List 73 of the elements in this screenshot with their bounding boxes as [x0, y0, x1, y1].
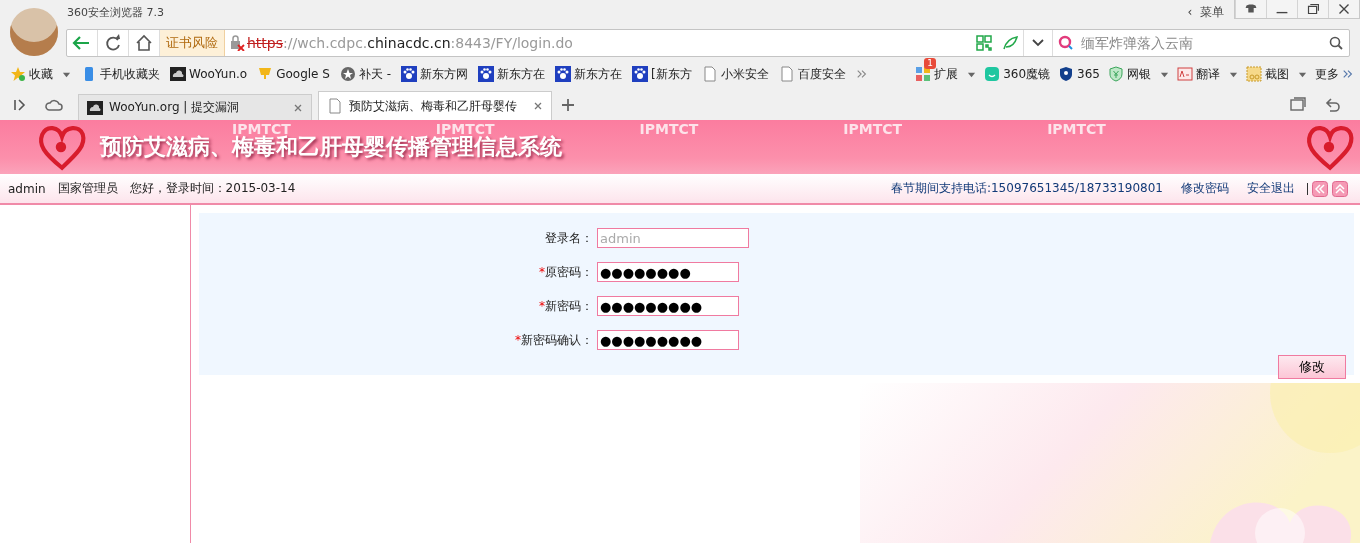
certificate-warning[interactable]: 证书风险 — [160, 30, 225, 56]
grid-icon — [915, 66, 932, 82]
page-icon — [701, 66, 718, 82]
search-field[interactable]: 缅军炸弹落入云南 — [1079, 34, 1323, 52]
bookmark-item[interactable]: 新东方网 — [401, 65, 469, 83]
input-field[interactable]: ●●●●●●●●● — [597, 330, 739, 350]
search-icon[interactable] — [1328, 35, 1344, 51]
bookmark-item[interactable]: 收藏 — [10, 65, 71, 83]
bookmark-item[interactable]: [新东方 — [632, 65, 692, 83]
bookmark-item[interactable]: 小米安全 — [701, 65, 769, 83]
star-badge-icon — [339, 66, 356, 82]
page-icon — [327, 98, 343, 114]
page-icon — [778, 66, 795, 82]
input-field[interactable]: ●●●●●●●● — [597, 262, 739, 282]
field-label: *原密码： — [538, 263, 594, 281]
paw-icon — [478, 66, 495, 82]
collapse-left-icon[interactable] — [1312, 180, 1328, 197]
notification-badge: 1 — [924, 57, 936, 69]
paw-icon — [555, 66, 572, 82]
bookmark-item[interactable]: 补天 - — [339, 65, 392, 83]
extension-item[interactable]: 360魔镜 — [984, 65, 1051, 83]
browser-tab[interactable]: WooYun.org | 提交漏洞 — [78, 94, 312, 120]
banner-watermark-text: IPMTCT — [1047, 121, 1106, 137]
submit-button[interactable]: 修改 — [1278, 355, 1346, 379]
avatar-icon[interactable] — [10, 8, 58, 56]
address-field[interactable]: https://wch.cdpc.chinacdc.cn:8443/FY/login.do — [247, 35, 971, 51]
field-label: 登录名： — [544, 229, 594, 247]
scissors-icon — [1246, 66, 1262, 82]
bookmark-item[interactable]: Google S — [257, 66, 330, 82]
field-label: *新密码： — [538, 297, 594, 315]
field-label: *新密码确认： — [514, 331, 594, 349]
star-icon — [10, 66, 26, 82]
shield-icon — [1058, 66, 1075, 82]
header-link[interactable]: 安全退出 — [1247, 180, 1295, 197]
leaf-icon[interactable] — [1002, 35, 1018, 51]
input-field[interactable]: ●●●●●●●●● — [597, 296, 739, 316]
close-icon[interactable] — [533, 101, 543, 111]
extension-item[interactable]: 网银 — [1108, 65, 1169, 83]
more-icon[interactable] — [855, 68, 868, 80]
paw-icon — [401, 66, 418, 82]
username-text: admin — [8, 181, 46, 196]
window-title: 360安全浏览器 7.3 — [67, 5, 164, 20]
dropdown-icon[interactable] — [1023, 30, 1053, 56]
paw-icon — [632, 66, 649, 82]
bookmark-item[interactable]: 新东方在 — [478, 65, 546, 83]
cloud-icon — [87, 99, 103, 116]
banner-watermark-text: IPMTCT — [843, 121, 903, 137]
login-time-text: 您好，登录时间：2015-03-14 — [129, 180, 296, 197]
header-link[interactable]: 修改密码 — [1181, 180, 1229, 197]
bookmark-item[interactable]: 百度安全 — [778, 65, 846, 83]
cloud-icon — [170, 66, 186, 82]
bookmark-item[interactable]: 新东方在 — [555, 65, 623, 83]
extension-item[interactable]: 365 — [1058, 66, 1100, 82]
banner-watermark-text: IPMTCT — [435, 121, 495, 137]
banner-watermark-text: IPMTCT — [639, 121, 699, 137]
collapse-up-icon[interactable] — [1332, 180, 1348, 197]
smile-icon — [984, 66, 1001, 82]
extension-item[interactable]: 扩展 — [915, 65, 977, 83]
qr-code-icon[interactable] — [976, 35, 992, 51]
extension-item[interactable]: 更多 — [1315, 65, 1354, 83]
translate-icon — [1177, 66, 1193, 82]
menu-button[interactable]: ‹ 菜单 — [1187, 4, 1224, 21]
bookmark-item[interactable]: 手机收藏夹 — [81, 65, 160, 83]
more-icon — [1342, 68, 1354, 80]
yen-shield-icon — [1108, 66, 1124, 82]
support-phone-text: 春节期间支持电话:15097651345/18733190801 — [890, 180, 1163, 197]
extension-item[interactable]: 截图 — [1246, 65, 1307, 83]
role-text: 国家管理员 — [57, 180, 118, 197]
bookmark-item[interactable]: WooYun.o — [170, 66, 248, 82]
broken-lock-icon[interactable] — [229, 35, 245, 51]
extension-item[interactable]: 翻译 — [1177, 65, 1238, 83]
browser-tab[interactable]: 预防艾滋病、梅毒和乙肝母婴传 — [318, 91, 552, 120]
search-engine-icon[interactable] — [1058, 35, 1074, 51]
